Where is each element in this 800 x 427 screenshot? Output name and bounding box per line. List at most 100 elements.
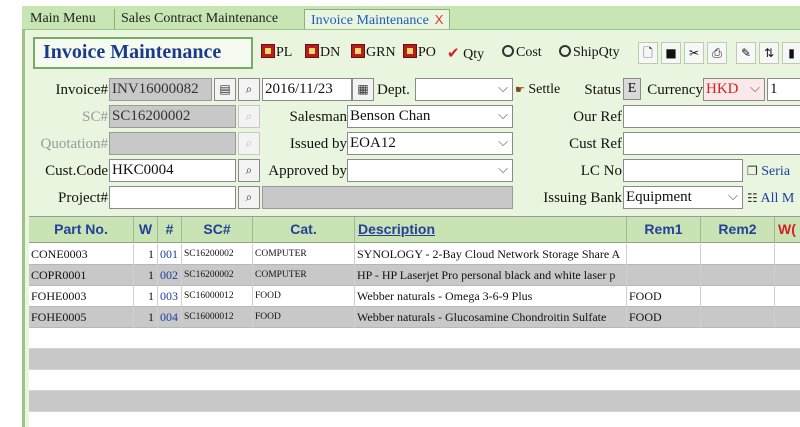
empty-row[interactable] <box>29 391 800 412</box>
column-header-part-no[interactable]: Part No. <box>29 217 134 243</box>
tab-strip: Main Menu Sales Contract Maintenance Inv… <box>22 6 800 30</box>
delete-icon[interactable]: ✂ <box>684 42 704 64</box>
cust-ref-field[interactable] <box>623 132 800 155</box>
issuing-bank-select[interactable]: Equipment <box>623 186 743 209</box>
lookup-doc-icon[interactable]: ▤ <box>214 78 236 101</box>
settle-button[interactable]: ☛ Settle <box>515 79 560 103</box>
sc-cell: SC16200002 <box>182 265 253 286</box>
w-cell: 1 <box>134 265 158 286</box>
search-icon[interactable]: ⌕ <box>238 186 260 209</box>
empty-row[interactable] <box>29 370 800 391</box>
category-cell: FOOD <box>253 286 355 307</box>
transfer-icon[interactable]: ⇅ <box>759 42 779 64</box>
rem2-cell <box>701 307 775 328</box>
rem2-cell <box>701 244 775 265</box>
column-header-rem1[interactable]: Rem1 <box>627 217 701 243</box>
pl-button[interactable]: PL <box>261 42 292 66</box>
project-description-field <box>262 186 513 209</box>
column-header-description[interactable]: Description <box>355 217 627 243</box>
tab-label: Sales Contract Maintenance <box>121 11 279 26</box>
print-icon[interactable]: ⎙ <box>707 42 727 64</box>
exchange-rate-field[interactable]: 1 <box>767 78 800 101</box>
description-cell: Webber naturals - Omega 3-6-9 Plus <box>355 286 627 307</box>
save-icon[interactable]: ■ <box>661 42 681 64</box>
search-icon[interactable]: ⌕ <box>238 105 260 128</box>
description-cell: Webber naturals - Glucosamine Chondroiti… <box>355 307 627 328</box>
edit-icon[interactable]: ✎ <box>736 42 756 64</box>
qty-button[interactable]: ✔ Qty <box>447 42 484 66</box>
empty-row[interactable] <box>29 349 800 370</box>
sc-number-field[interactable]: SC16200002 <box>109 105 236 128</box>
document-icon <box>305 44 319 58</box>
all-m-button[interactable]: ☷ All M <box>747 187 794 211</box>
table-row[interactable]: COPR0001 1 002 SC16200002 COMPUTER HP - … <box>29 265 800 286</box>
shipqty-button[interactable]: ShipQty <box>559 42 620 66</box>
cust-code-field[interactable]: HKC0004 <box>109 159 236 182</box>
tab-label: Invoice Maintenance <box>311 13 429 28</box>
column-header-rem2[interactable]: Rem2 <box>701 217 775 243</box>
dn-label: DN <box>320 45 341 60</box>
search-icon[interactable]: ⌕ <box>238 78 260 101</box>
column-header-w[interactable]: W <box>134 217 158 243</box>
salesman-label: Salesman <box>289 109 348 125</box>
category-cell: FOOD <box>253 307 355 328</box>
pointing-hand-icon: ☛ <box>515 83 525 96</box>
sc-cell: SC16000012 <box>182 286 253 307</box>
dn-button[interactable]: DN <box>305 42 340 66</box>
currency-select[interactable]: HKD <box>703 78 765 101</box>
w-cell: 1 <box>134 286 158 307</box>
column-header-number[interactable]: # <box>158 217 182 243</box>
status-field: E <box>623 78 641 100</box>
document-icon <box>351 44 365 58</box>
column-header-extra[interactable]: W( <box>775 217 800 243</box>
project-field[interactable] <box>109 186 236 209</box>
close-icon[interactable]: X <box>435 12 444 27</box>
cust-ref-label: Cust Ref <box>569 136 622 152</box>
cost-button[interactable]: Cost <box>502 42 542 66</box>
lc-no-field[interactable] <box>623 159 743 182</box>
tab-main-menu[interactable]: Main Menu <box>24 9 102 29</box>
magnifier-icon <box>502 45 514 57</box>
our-ref-field[interactable] <box>623 105 800 128</box>
table-row[interactable]: FOHE0003 1 003 SC16000012 FOOD Webber na… <box>29 286 800 307</box>
w-cell: 1 <box>134 307 158 328</box>
empty-row[interactable] <box>29 412 800 427</box>
po-label: PO <box>418 45 436 60</box>
sc-label: SC# <box>82 109 108 125</box>
grn-label: GRN <box>366 45 396 60</box>
tab-sales-contract-maintenance[interactable]: Sales Contract Maintenance <box>114 9 284 29</box>
column-header-category[interactable]: Cat. <box>253 217 355 243</box>
table-row[interactable]: FOHE0005 1 004 SC16000012 FOOD Webber na… <box>29 307 800 328</box>
search-icon[interactable]: ⌕ <box>238 132 260 155</box>
issued-by-label: Issued by <box>289 136 347 152</box>
dept-select[interactable] <box>415 78 513 101</box>
issued-by-select[interactable]: EOA12 <box>347 132 513 155</box>
tab-invoice-maintenance[interactable]: Invoice Maintenance X <box>304 9 451 29</box>
calendar-icon[interactable]: ▦ <box>352 78 374 101</box>
w-cell: 1 <box>134 244 158 265</box>
invoice-date-field[interactable]: 2016/11/23 <box>262 78 352 101</box>
dept-label: Dept. <box>377 82 410 98</box>
tree-icon: ☷ <box>747 191 758 205</box>
grn-button[interactable]: GRN <box>351 42 396 66</box>
invoice-label: Invoice# <box>55 82 108 98</box>
po-button[interactable]: PO <box>403 42 436 66</box>
column-header-sc[interactable]: SC# <box>182 217 253 243</box>
pl-label: PL <box>276 45 293 60</box>
approved-by-select[interactable] <box>347 159 513 182</box>
new-document-icon[interactable]: 🗋 <box>638 42 658 64</box>
our-ref-label: Our Ref <box>573 109 622 125</box>
document-icon <box>403 44 417 58</box>
salesman-select[interactable]: Benson Chan <box>347 105 513 128</box>
quotation-field[interactable] <box>109 132 236 155</box>
invoice-number-field[interactable]: INV16000082 <box>109 78 212 101</box>
rem1-cell: FOOD <box>627 307 701 328</box>
tab-label: Main Menu <box>30 11 96 26</box>
table-row[interactable]: CONE0003 1 001 SC16200002 COMPUTER SYNOL… <box>29 244 800 265</box>
more-icon[interactable]: ▮ <box>782 42 800 64</box>
search-icon[interactable]: ⌕ <box>238 159 260 182</box>
empty-row[interactable] <box>29 328 800 349</box>
invoice-lines-table: Part No. W # SC# Cat. Description Rem1 R… <box>29 216 800 427</box>
currency-label: Currency <box>647 82 703 98</box>
serial-button[interactable]: ❐ Seria <box>747 160 790 184</box>
